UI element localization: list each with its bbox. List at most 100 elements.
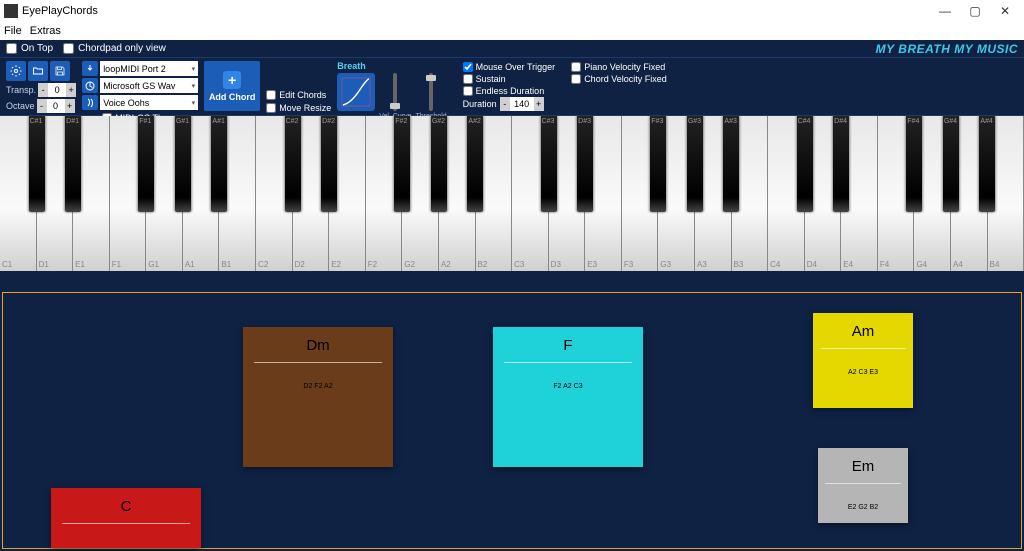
ontop-checkbox[interactable]: On Top [6, 43, 53, 54]
vel-curve-slider[interactable]: Vel. Curve [379, 73, 411, 120]
black-key[interactable]: G#3 [687, 116, 703, 212]
key-label: C#1 [30, 118, 43, 125]
black-key[interactable]: G#2 [431, 116, 447, 212]
minimize-button[interactable]: — [930, 0, 960, 22]
key-label: C#3 [542, 118, 555, 125]
octave-stepper[interactable]: -0+ [37, 99, 75, 113]
transpose-stepper[interactable]: -0+ [38, 83, 76, 97]
settings-button[interactable] [6, 61, 26, 81]
chord-notes: F2 A2 C3 [553, 383, 582, 390]
app-content: On Top Chordpad only view MY BREATH MY M… [0, 40, 1024, 551]
chord-pad[interactable]: Em E2 G2 B2 [818, 448, 908, 523]
key-label: E1 [75, 260, 85, 269]
key-label: F1 [112, 260, 121, 269]
key-label: C2 [258, 260, 268, 269]
black-key[interactable]: F#4 [906, 116, 922, 212]
key-label: A3 [697, 260, 707, 269]
key-label: A1 [185, 260, 195, 269]
black-key[interactable]: A#1 [211, 116, 227, 212]
synth-dropdown[interactable]: Microsoft GS Wav▾ [100, 78, 198, 93]
black-key[interactable]: C#4 [797, 116, 813, 212]
synth-icon [82, 78, 98, 93]
black-key[interactable]: C#1 [29, 116, 45, 212]
key-label: F#2 [395, 118, 407, 125]
save-button[interactable] [50, 61, 70, 81]
black-key[interactable]: D#4 [833, 116, 849, 212]
black-key[interactable]: C#2 [285, 116, 301, 212]
key-label: B2 [478, 260, 488, 269]
maximize-button[interactable]: ▢ [960, 0, 990, 22]
black-key[interactable]: F#1 [138, 116, 154, 212]
titlebar: EyePlayChords — ▢ ✕ [0, 0, 1024, 22]
piano-velocity-fixed-checkbox[interactable]: Piano Velocity Fixed [571, 62, 667, 72]
chord-pad[interactable]: AmA2 C3 E3 [813, 313, 913, 408]
key-label: E2 [331, 260, 341, 269]
chord-notes: D2 F2 A2 [303, 383, 332, 390]
piano-keyboard: C1D1E1F1G1A1B1C2D2E2F2G2A2B2C3D3E3F3G3A3… [0, 116, 1024, 271]
black-key[interactable]: D#3 [577, 116, 593, 212]
black-key[interactable]: F#3 [650, 116, 666, 212]
endless-duration-checkbox[interactable]: Endless Duration [463, 86, 556, 96]
chord-notes: E2 G2 B2 [848, 504, 878, 511]
edit-chords-checkbox[interactable]: Edit Chords [266, 90, 331, 100]
key-label: C3 [514, 260, 524, 269]
menu-extras[interactable]: Extras [30, 25, 61, 37]
black-key[interactable]: A#3 [723, 116, 739, 212]
chordpad-only-checkbox[interactable]: Chordpad only view [63, 43, 166, 54]
key-label: D4 [807, 260, 817, 269]
key-label: A#2 [468, 118, 480, 125]
transpose-label: Transp. [6, 85, 36, 95]
midi-out-dropdown[interactable]: loopMIDI Port 2▾ [100, 61, 198, 76]
chord-pad[interactable]: DmD2 F2 A2 [243, 327, 393, 467]
key-label: G#3 [688, 118, 701, 125]
key-label: A#4 [980, 118, 992, 125]
divider [62, 523, 190, 524]
voice-dropdown[interactable]: Voice Oohs▾ [100, 95, 198, 110]
key-label: C#2 [286, 118, 299, 125]
chord-name: Em [852, 458, 875, 475]
key-label: G2 [404, 260, 415, 269]
key-label: G1 [148, 260, 159, 269]
key-label: A4 [953, 260, 963, 269]
key-label: D2 [295, 260, 305, 269]
mouse-over-trigger-checkbox[interactable]: Mouse Over Trigger [463, 62, 556, 72]
key-label: A#3 [724, 118, 736, 125]
black-key[interactable]: A#2 [467, 116, 483, 212]
duration-label: Duration [463, 99, 497, 109]
sustain-checkbox[interactable]: Sustain [463, 74, 556, 84]
add-chord-button[interactable]: + Add Chord [204, 61, 260, 111]
toolbar: Transp. -0+ Octave -0+ loopMIDI Port 2▾ … [0, 58, 1024, 116]
chord-velocity-fixed-checkbox[interactable]: Chord Velocity Fixed [571, 74, 667, 84]
chord-pad[interactable]: C [51, 488, 201, 548]
black-key[interactable]: F#2 [394, 116, 410, 212]
midi-out-icon [82, 61, 98, 76]
duration-stepper[interactable]: -140+ [500, 97, 544, 111]
black-key[interactable]: G#4 [943, 116, 959, 212]
key-label: B1 [221, 260, 231, 269]
black-key[interactable]: D#2 [321, 116, 337, 212]
black-key[interactable]: C#3 [541, 116, 557, 212]
chord-name: C [121, 498, 132, 515]
black-key[interactable]: A#4 [979, 116, 995, 212]
velocity-curve-button[interactable] [337, 73, 375, 111]
menu-file[interactable]: File [4, 25, 22, 37]
topstrip: On Top Chordpad only view MY BREATH MY M… [0, 40, 1024, 58]
threshold-slider[interactable]: Threshold [416, 73, 447, 120]
key-label: G3 [660, 260, 671, 269]
chord-pad[interactable]: F F2 A2 C3 [493, 327, 643, 467]
divider [825, 483, 902, 484]
key-label: A#1 [212, 118, 224, 125]
key-label: F#3 [651, 118, 663, 125]
close-button[interactable]: ✕ [990, 0, 1020, 22]
chord-notes: A2 C3 E3 [848, 369, 878, 376]
key-label: C4 [770, 260, 780, 269]
chord-name: F [563, 337, 572, 354]
black-key[interactable]: G#1 [175, 116, 191, 212]
black-key[interactable]: D#1 [65, 116, 81, 212]
key-label: B4 [990, 260, 1000, 269]
key-label: E4 [843, 260, 853, 269]
open-button[interactable] [28, 61, 48, 81]
move-resize-checkbox[interactable]: Move Resize [266, 103, 331, 113]
key-label: D#1 [66, 118, 79, 125]
key-label: F4 [880, 260, 889, 269]
